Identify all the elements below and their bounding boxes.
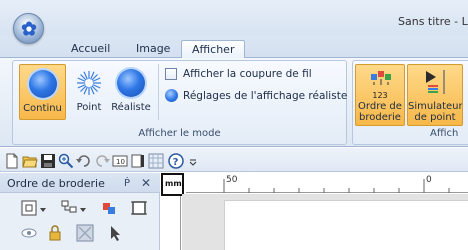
realiste-label: Réaliste (111, 102, 151, 113)
tree-view-icon[interactable] (60, 199, 78, 217)
thread-cut-checkbox[interactable] (165, 68, 177, 80)
sewing-order-badge: 123 (372, 91, 388, 100)
redo-icon[interactable] (94, 153, 110, 169)
visibility-icon[interactable] (20, 224, 38, 242)
tab-accueil[interactable]: Accueil (61, 40, 120, 58)
sewing-order-icon (371, 71, 391, 85)
help-icon[interactable]: ? (168, 153, 184, 169)
left-ruler (161, 196, 181, 250)
undo-icon[interactable] (76, 153, 92, 169)
simulateur-de-point-button[interactable]: Simulateur de point (407, 64, 463, 126)
window-title: Sans titre - La (398, 15, 468, 28)
tab-afficher[interactable]: Afficher (181, 40, 246, 59)
color-change-icon[interactable] (100, 199, 118, 217)
lock-icon[interactable] (46, 224, 64, 242)
continuous-mode-icon (28, 70, 57, 98)
no-sew-icon[interactable] (76, 224, 94, 242)
simulateur-label-line1: Simulateur (408, 101, 463, 112)
ruler-label-50: 50 (226, 175, 238, 185)
panel-title: Ordre de broderie (7, 177, 105, 190)
continu-label: Continu (23, 103, 62, 114)
measure-icon[interactable]: 10 (112, 153, 128, 169)
display-group-caption: Affich (430, 128, 459, 139)
open-folder-icon[interactable] (22, 153, 38, 169)
grid-icon[interactable] (148, 153, 164, 169)
chevron-down-icon[interactable] (40, 207, 46, 213)
thread-cut-label: Afficher la coupure de fil (183, 68, 312, 80)
fit-icon[interactable] (20, 199, 38, 217)
ribbon-separator (158, 64, 159, 120)
new-file-icon[interactable] (4, 153, 20, 169)
save-icon[interactable] (40, 153, 56, 169)
stitch-simulator-icon (426, 70, 445, 94)
customize-arrow-icon[interactable] (188, 153, 198, 169)
continu-button[interactable]: Continu (19, 64, 66, 120)
realiste-button[interactable]: Réaliste (108, 64, 154, 120)
chevron-down-icon-2[interactable] (80, 207, 86, 213)
ordre-de-broderie-button[interactable]: 123 Ordre de broderie (355, 64, 405, 126)
top-ruler: 50 0 (186, 173, 468, 193)
realistic-settings-label: Réglages de l'affichage réaliste (183, 90, 348, 102)
design-page[interactable] (224, 200, 468, 250)
design-page-icon[interactable] (130, 153, 146, 169)
close-icon[interactable]: ✕ (141, 176, 151, 190)
svg-text:10: 10 (116, 158, 125, 166)
frame-icon[interactable] (130, 199, 148, 217)
select-pointer-icon[interactable] (106, 224, 124, 242)
zoom-icon[interactable] (58, 153, 74, 169)
point-label: Point (76, 102, 102, 113)
pin-icon[interactable]: Ṗ (124, 178, 130, 189)
point-button[interactable]: Point (71, 64, 107, 120)
ruler-label-0: 0 (426, 175, 432, 185)
tab-image[interactable]: Image (126, 40, 180, 58)
stitch-point-icon (77, 71, 101, 95)
ordre-label-line2: broderie (359, 112, 401, 123)
simulateur-label-line2: de point (414, 112, 456, 123)
ordre-label-line1: Ordre de (358, 101, 402, 112)
app-logo-icon (21, 21, 37, 36)
display-mode-group-caption: Afficher le mode (138, 128, 221, 139)
realistic-settings-icon (165, 89, 178, 102)
svg-text:?: ? (173, 157, 179, 168)
ruler-unit-label: mm (165, 179, 182, 188)
application-menu-button[interactable] (13, 13, 44, 44)
ruler-unit-button[interactable]: mm (161, 173, 184, 196)
realistic-mode-icon (117, 69, 145, 97)
